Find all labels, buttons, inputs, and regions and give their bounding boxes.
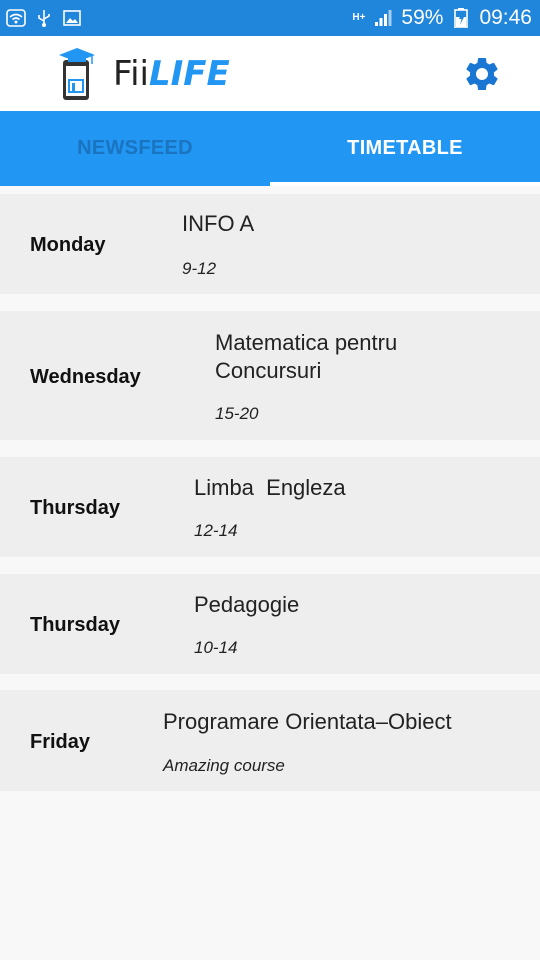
course-time: 9-12 xyxy=(182,259,217,278)
battery-charging-icon xyxy=(451,8,471,28)
image-icon xyxy=(62,8,82,28)
signal-icon xyxy=(373,8,393,28)
app-name-prefix: Fii xyxy=(113,54,149,94)
course-time: 12-14 xyxy=(194,521,238,540)
course-name: INFO A xyxy=(182,211,255,236)
day-label: Monday xyxy=(30,234,106,256)
app-bar: FiiLIFE xyxy=(0,36,540,111)
clock: 09:46 xyxy=(479,6,532,29)
list-item[interactable]: Thursday Limba Engleza 12-14 xyxy=(0,457,540,557)
list-item[interactable]: Thursday Pedagogie 10-14 xyxy=(0,574,540,674)
course-name: Programare Orientata–Obiect xyxy=(163,709,452,734)
app-logo-text: FiiLIFE xyxy=(113,52,230,96)
tab-bar: NEWSFEED TIMETABLE xyxy=(0,111,540,186)
day-label: Thursday xyxy=(30,614,121,636)
network-type-label: H+ xyxy=(352,12,366,23)
course-time: 10-14 xyxy=(194,638,238,657)
wifi-icon xyxy=(6,8,26,28)
course-name: Matematica pentru Concursuri xyxy=(215,330,398,383)
course-time: Amazing course xyxy=(163,756,285,775)
status-bar: H+ 59% 09:46 xyxy=(0,0,540,36)
tab-newsfeed[interactable]: NEWSFEED xyxy=(0,111,270,186)
course-time: 15-20 xyxy=(215,404,259,423)
usb-icon xyxy=(34,8,54,28)
list-item[interactable]: Friday Programare Orientata–Obiect Amazi… xyxy=(0,690,540,791)
list-item[interactable]: Wednesday Matematica pentru Concursuri 1… xyxy=(0,311,540,440)
course-name: Limba Engleza xyxy=(194,475,346,500)
day-label: Friday xyxy=(30,731,91,753)
day-label: Thursday xyxy=(30,497,121,519)
list-item[interactable]: Monday INFO A 9-12 xyxy=(0,194,540,294)
battery-percent: 59% xyxy=(401,6,444,29)
tab-timetable[interactable]: TIMETABLE xyxy=(270,111,540,186)
course-name: Pedagogie xyxy=(194,592,300,617)
graduation-phone-icon xyxy=(58,46,96,102)
app-name-accent: LIFE xyxy=(148,54,230,94)
gear-icon[interactable] xyxy=(462,54,502,94)
day-label: Wednesday xyxy=(30,366,141,388)
